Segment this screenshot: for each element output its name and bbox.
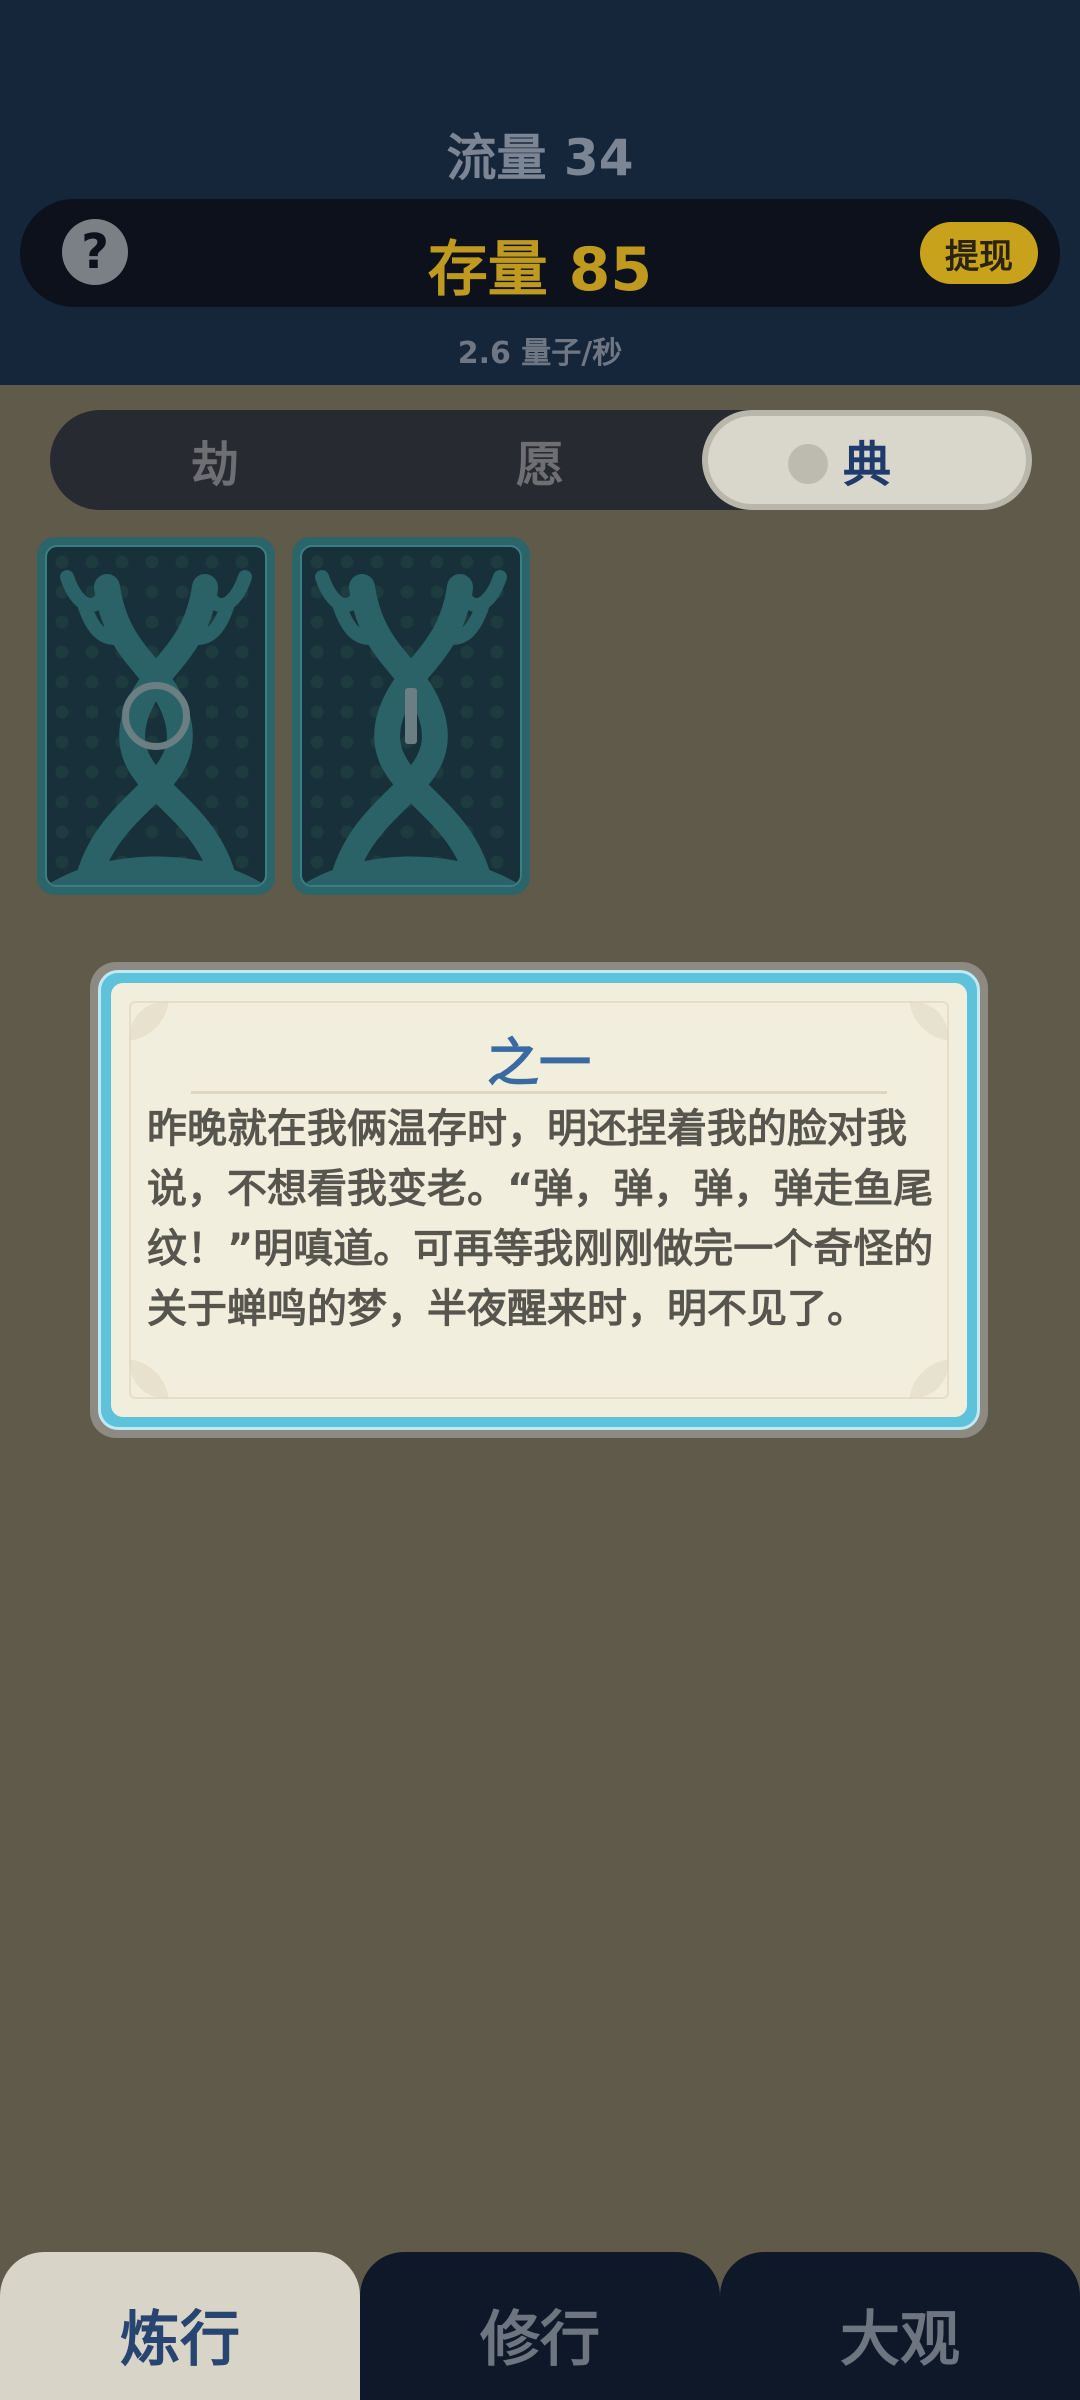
card-1[interactable] [37,537,275,895]
tab-dian[interactable]: 典 [702,410,1032,510]
nav-tab-label: 炼行 [120,2304,240,2375]
dialog-body-text: 昨晚就在我俩温存时，明还捏着我的脸对我说，不想看我变老。“弹，弹，弹，弹走鱼尾纹… [147,1106,934,1332]
nav-tab-daguan[interactable]: 大观 [720,2252,1080,2400]
nav-tab-label: 修行 [480,2304,600,2375]
nav-tab-label: 大观 [840,2304,960,2375]
tab-dian-label: 典 [842,437,891,493]
flow-counter: 流量 34 [446,129,634,187]
tab-jie[interactable]: 劫 [50,410,380,510]
stock-bar: ? 存量 85 提现 [20,199,1060,307]
tab-yuan[interactable]: 愿 [380,410,700,510]
rate-text: 2.6 量子/秒 [457,336,623,371]
title-divider [191,1091,887,1094]
toggle-knob-icon [788,444,828,484]
nav-tab-xiuxing[interactable]: 修行 [360,2252,720,2400]
circle-mark-icon [47,547,265,885]
dialog-frame: 之一 昨晚就在我俩温存时，明还捏着我的脸对我说，不想看我变老。“弹，弹，弹，弹走… [98,970,980,1430]
card-back [300,545,522,887]
story-dialog[interactable]: 之一 昨晚就在我俩温存时，明还捏着我的脸对我说，不想看我变老。“弹，弹，弹，弹走… [90,962,988,1438]
category-tabs: 劫 愿 典 [50,410,1032,510]
card-back [45,545,267,887]
withdraw-button[interactable]: 提现 [920,222,1038,284]
dialog-title: 之一 [486,1034,591,1094]
bar-mark-icon [302,547,520,885]
stock-counter: 存量 85 [427,235,653,305]
top-header: 流量 34 ? 存量 85 提现 2.6 量子/秒 [0,0,1080,385]
dialog-panel: 之一 昨晚就在我俩温存时，明还捏着我的脸对我说，不想看我变老。“弹，弹，弹，弹走… [111,983,967,1417]
leaf-ornament-icon [909,1359,949,1399]
leaf-ornament-icon [129,1359,169,1399]
card-2[interactable] [292,537,530,895]
nav-tab-lianxing[interactable]: 炼行 [0,2252,360,2400]
